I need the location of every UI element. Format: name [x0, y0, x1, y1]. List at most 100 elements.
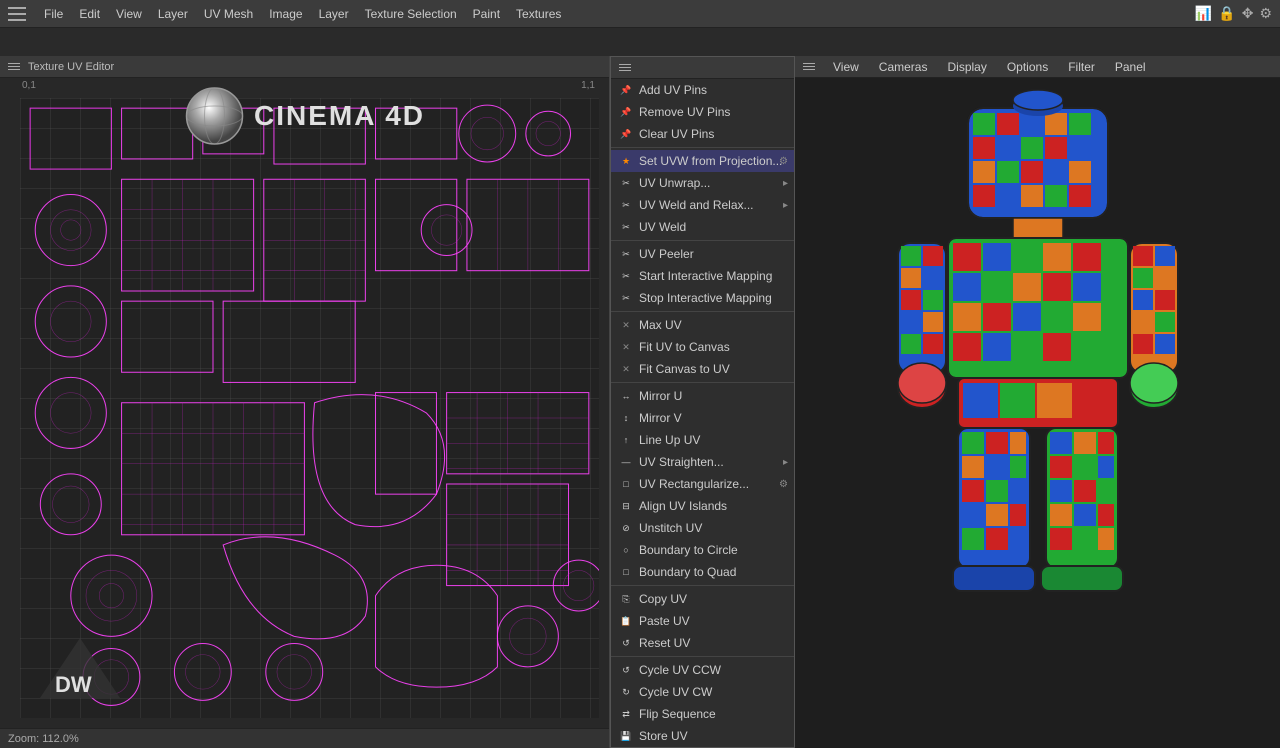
menu-mirror-u[interactable]: ↔ Mirror U — [611, 385, 794, 407]
menu-flip-sequence[interactable]: ⇄ Flip Sequence — [611, 703, 794, 725]
uv-canvas[interactable]: .uv { stroke: #ff44ff; stroke-width: 1; … — [20, 98, 599, 718]
copy-uv-icon: ⎘ — [619, 592, 633, 606]
menu-store-uv[interactable]: 💾 Store UV — [611, 725, 794, 747]
uv-straighten-arrow: ▸ — [783, 457, 788, 468]
uv-editor-hamburger[interactable] — [8, 63, 20, 70]
zoom-label: Zoom: 112.0% — [8, 733, 79, 745]
uv-menu-hamburger[interactable] — [619, 64, 631, 71]
menu-boundary-quad[interactable]: □ Boundary to Quad — [611, 561, 794, 583]
uv-corner-tl: 0,1 — [22, 80, 36, 91]
menu-uv-rectangularize[interactable]: □ UV Rectangularize... ⚙ — [611, 473, 794, 495]
divider-2 — [611, 240, 794, 241]
menu-uv-peeler[interactable]: ✂ UV Peeler — [611, 243, 794, 265]
menu-paste-uv[interactable]: 📋 Paste UV — [611, 610, 794, 632]
menu-start-interactive[interactable]: ✂ Start Interactive Mapping — [611, 265, 794, 287]
menu-layer2[interactable]: Layer — [311, 0, 357, 28]
viewport-menu-cameras[interactable]: Cameras — [873, 56, 934, 78]
menu-uv-straighten[interactable]: — UV Straighten... ▸ — [611, 451, 794, 473]
menu-uv-mesh[interactable]: UV Mesh — [196, 0, 261, 28]
start-interactive-icon: ✂ — [619, 269, 633, 283]
menu-stop-interactive[interactable]: ✂ Stop Interactive Mapping — [611, 287, 794, 309]
lock-icon[interactable]: 🔒 — [1218, 5, 1235, 22]
menu-unstitch-uv[interactable]: ⊘ Unstitch UV — [611, 517, 794, 539]
mirror-v-icon: ↕ — [619, 411, 633, 425]
fit-uv-canvas-icon: ✕ — [619, 340, 633, 354]
menu-uv-weld-relax[interactable]: ✂ UV Weld and Relax... ▸ — [611, 194, 794, 216]
divider-6 — [611, 656, 794, 657]
menu-add-uv-pins[interactable]: 📌 Add UV Pins — [611, 79, 794, 101]
viewport-3d: View Cameras Display Options Filter Pane… — [795, 56, 1280, 748]
menu-file[interactable]: File — [36, 0, 71, 28]
max-uv-icon: ✕ — [619, 318, 633, 332]
lego-figure-viewport: .lego-red { fill: #cc2222; } .lego-green… — [795, 78, 1280, 748]
viewport-menu-options[interactable]: Options — [1001, 56, 1054, 78]
clear-uv-pins-icon: 📌 — [619, 127, 633, 141]
menu-max-uv[interactable]: ✕ Max UV — [611, 314, 794, 336]
watermark-text: DW — [55, 672, 92, 697]
menu-clear-uv-pins[interactable]: 📌 Clear UV Pins — [611, 123, 794, 145]
uv-editor-header: Texture UV Editor — [0, 56, 609, 78]
menu-paint[interactable]: Paint — [465, 0, 508, 28]
stop-interactive-icon: ✂ — [619, 291, 633, 305]
menu-view[interactable]: View — [108, 0, 150, 28]
uv-status-bar: Zoom: 112.0% — [0, 728, 609, 748]
add-uv-pins-icon: 📌 — [619, 83, 633, 97]
uv-mesh-overlay: .uv { stroke: #ff44ff; stroke-width: 1; … — [20, 98, 599, 707]
menu-edit[interactable]: Edit — [71, 0, 108, 28]
divider-1 — [611, 147, 794, 148]
menu-remove-uv-pins[interactable]: 📌 Remove UV Pins — [611, 101, 794, 123]
boundary-circle-icon: ○ — [619, 543, 633, 557]
menu-uv-unwrap[interactable]: ✂ UV Unwrap... ▸ — [611, 172, 794, 194]
set-uvw-icon: ★ — [619, 154, 633, 168]
hamburger-menu-icon[interactable] — [8, 7, 26, 21]
divider-4 — [611, 382, 794, 383]
remove-uv-pins-icon: 📌 — [619, 105, 633, 119]
menu-layer[interactable]: Layer — [150, 0, 196, 28]
viewport-menu-filter[interactable]: Filter — [1062, 56, 1101, 78]
menu-set-uvw[interactable]: ★ Set UVW from Projection... ⚙ — [611, 150, 794, 172]
viewport-header: View Cameras Display Options Filter Pane… — [795, 56, 1280, 78]
menu-uv-weld[interactable]: ✂ UV Weld — [611, 216, 794, 238]
uv-peeler-icon: ✂ — [619, 247, 633, 261]
uv-menu-header — [611, 57, 794, 79]
uv-rectangularize-gear-icon: ⚙ — [779, 479, 788, 490]
move-icon[interactable]: ✥ — [1242, 5, 1254, 22]
menu-textures[interactable]: Textures — [508, 0, 569, 28]
line-up-uv-icon: ↑ — [619, 433, 633, 447]
fit-canvas-uv-icon: ✕ — [619, 362, 633, 376]
menu-fit-uv-canvas[interactable]: ✕ Fit UV to Canvas — [611, 336, 794, 358]
menu-texture-selection[interactable]: Texture Selection — [357, 0, 465, 28]
menu-mirror-v[interactable]: ↕ Mirror V — [611, 407, 794, 429]
uv-canvas-area[interactable]: 0,1 1,1 0,0 1,0 .uv { stroke: #ff44ff; s… — [0, 78, 609, 728]
uv-dropdown-menu: 📌 Add UV Pins 📌 Remove UV Pins 📌 Clear U… — [610, 56, 795, 748]
menu-line-up-uv[interactable]: ↑ Line Up UV — [611, 429, 794, 451]
divider-5 — [611, 585, 794, 586]
set-uvw-gear-icon: ⚙ — [779, 156, 788, 167]
dw-watermark: DW — [40, 638, 120, 698]
uv-unwrap-arrow: ▸ — [783, 178, 788, 189]
menu-reset-uv[interactable]: ↺ Reset UV — [611, 632, 794, 654]
cycle-uv-ccw-icon: ↺ — [619, 663, 633, 677]
menu-copy-uv[interactable]: ⎘ Copy UV — [611, 588, 794, 610]
menu-fit-canvas-uv[interactable]: ✕ Fit Canvas to UV — [611, 358, 794, 380]
menu-image[interactable]: Image — [261, 0, 310, 28]
mirror-u-icon: ↔ — [619, 389, 633, 403]
viewport-hamburger[interactable] — [803, 63, 815, 70]
menu-boundary-circle[interactable]: ○ Boundary to Circle — [611, 539, 794, 561]
menu-align-uv-islands[interactable]: ⊟ Align UV Islands — [611, 495, 794, 517]
uv-unwrap-icon: ✂ — [619, 176, 633, 190]
menu-cycle-uv-cw[interactable]: ↻ Cycle UV CW — [611, 681, 794, 703]
main-content: Texture UV Editor CINEMA 4D — [0, 56, 1280, 748]
uv-menu-list: 📌 Add UV Pins 📌 Remove UV Pins 📌 Clear U… — [611, 79, 794, 747]
stats-icon[interactable]: 📊 — [1195, 5, 1212, 22]
viewport-menu-display[interactable]: Display — [941, 56, 992, 78]
cycle-uv-cw-icon: ↻ — [619, 685, 633, 699]
uv-corner-tr: 1,1 — [581, 80, 595, 91]
uv-rectangularize-icon: □ — [619, 477, 633, 491]
unstitch-uv-icon: ⊘ — [619, 521, 633, 535]
menu-cycle-uv-ccw[interactable]: ↺ Cycle UV CCW — [611, 659, 794, 681]
viewport-menu-view[interactable]: View — [827, 56, 865, 78]
settings-icon[interactable]: ⚙ — [1259, 5, 1272, 22]
viewport-menu-panel[interactable]: Panel — [1109, 56, 1152, 78]
lego-figure-svg: .lego-red { fill: #cc2222; } .lego-green… — [838, 88, 1238, 738]
